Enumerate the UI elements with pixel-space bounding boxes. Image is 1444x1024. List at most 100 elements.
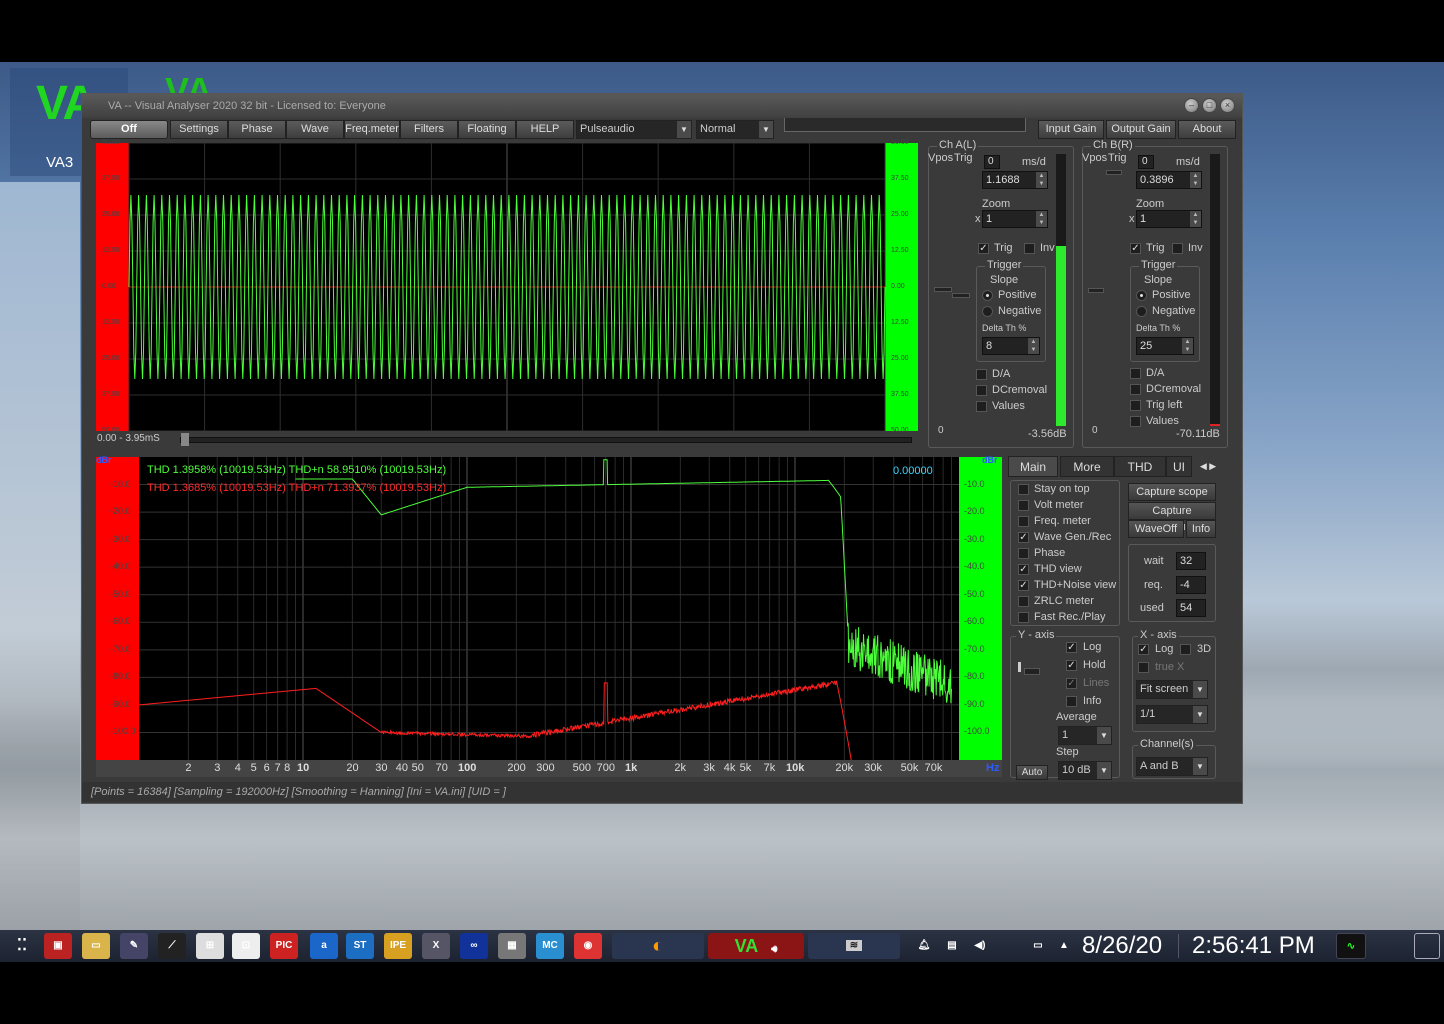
true-x-checkbox[interactable] <box>1138 662 1149 673</box>
audio-device-select[interactable]: Pulseaudio ▼ <box>576 120 692 139</box>
average-select[interactable]: 1 ▼ <box>1058 726 1112 745</box>
floating-button[interactable]: Floating <box>458 120 516 139</box>
auto-button[interactable]: Auto <box>1016 765 1048 780</box>
folder-icon[interactable]: ▭ <box>82 933 110 959</box>
y-axis-slider-handle[interactable] <box>1024 668 1040 675</box>
titlebar[interactable]: VA -- Visual Analyser 2020 32 bit - Lice… <box>82 94 1242 118</box>
chb-positive-radio[interactable] <box>1136 290 1147 301</box>
chb-vpos-slider-handle[interactable] <box>1106 170 1122 175</box>
mc-icon[interactable]: MC <box>536 933 564 959</box>
x-3d-checkbox[interactable] <box>1180 644 1191 655</box>
cha-dcremoval-checkbox[interactable] <box>976 385 987 396</box>
step-select[interactable]: 10 dB ▼ <box>1058 761 1112 780</box>
fit-screen-select[interactable]: Fit screen ▼ <box>1136 680 1208 699</box>
stlink-icon[interactable]: ST <box>346 933 374 959</box>
capture-scope-button[interactable]: Capture scope <box>1128 483 1216 501</box>
chb-zoom-input[interactable]: 1 ▲ ▼ <box>1136 210 1202 228</box>
logic-icon[interactable]: ⊡ <box>232 933 260 959</box>
wave-button[interactable]: Wave <box>286 120 344 139</box>
y-log-checkbox[interactable]: ✓ <box>1066 642 1077 653</box>
clipboard-icon[interactable]: ▤ <box>940 933 964 959</box>
tab-main[interactable]: Main <box>1008 456 1058 477</box>
ltspice-icon[interactable]: ⟋ <box>158 933 186 959</box>
tray-expand-icon[interactable]: ▲ <box>1054 933 1074 959</box>
tab-ui[interactable]: UI <box>1166 456 1192 477</box>
y-hold-checkbox[interactable]: ✓ <box>1066 660 1077 671</box>
cha-delta-input[interactable]: 8 ▲ ▼ <box>982 337 1040 355</box>
freqmeter-button[interactable]: Freq.meter <box>344 120 400 139</box>
taskbar-spectrum-task[interactable]: ≋ <box>808 933 900 959</box>
chb-da-checkbox[interactable] <box>1130 368 1141 379</box>
red-app-icon[interactable]: ▣ <box>44 933 72 959</box>
oscilloscope-view[interactable]: 50.00 37.50 25.00 12.50 0.00 12.50 25.00 37.50 5… <box>96 143 918 431</box>
phase-button[interactable]: Phase <box>228 120 286 139</box>
cha-vpos-slider-handle[interactable] <box>934 287 952 292</box>
info-button[interactable]: Info <box>1186 520 1216 538</box>
chb-trig-slider-handle[interactable] <box>1088 288 1104 293</box>
cha-trig-checkbox[interactable]: ✓ <box>978 243 989 254</box>
network-icon[interactable]: ▭ <box>1026 933 1050 959</box>
apps-menu-icon[interactable]: ⁚⁚ <box>8 933 36 959</box>
stepper-icon[interactable]: ▲ ▼ <box>1036 211 1047 227</box>
filters-button[interactable]: Filters <box>400 120 458 139</box>
settings-button[interactable]: Settings <box>170 120 228 139</box>
stepper-icon[interactable]: ▲ ▼ <box>1182 338 1193 354</box>
stepper-icon[interactable]: ▲ ▼ <box>1028 338 1039 354</box>
taskbar-date[interactable]: 8/26/20 <box>1082 932 1162 960</box>
cha-zoom-input[interactable]: 1 ▲ ▼ <box>982 210 1048 228</box>
minimize-icon[interactable]: – <box>1184 98 1199 113</box>
cha-trig-slider-handle[interactable] <box>952 293 970 298</box>
about-button[interactable]: About <box>1178 120 1236 139</box>
output-gain-button[interactable]: Output Gain <box>1106 120 1176 139</box>
arduino-icon[interactable]: ∞ <box>460 933 488 959</box>
taskbar-time[interactable]: 2:56:41 PM <box>1192 932 1315 960</box>
cha-inv-checkbox[interactable] <box>1024 243 1035 254</box>
y-axis-slider-icon[interactable] <box>1018 662 1021 672</box>
cha-ms-per-div-input[interactable]: 1.1688 ▲ ▼ <box>982 171 1048 189</box>
cha-da-checkbox[interactable] <box>976 369 987 380</box>
chb-negative-radio[interactable] <box>1136 306 1147 317</box>
main-option-checkbox[interactable] <box>1018 516 1029 527</box>
pickit-icon[interactable]: PIC <box>270 933 298 959</box>
stepper-icon[interactable]: ▲ ▼ <box>1190 172 1201 188</box>
mplab-ipe-icon[interactable]: IPE <box>384 933 412 959</box>
notifications-icon[interactable]: 🔔︎ <box>912 933 936 959</box>
show-desktop-icon[interactable] <box>1414 933 1440 959</box>
x-log-checkbox[interactable]: ✓ <box>1138 644 1149 655</box>
system-monitor-icon[interactable]: ∿ <box>1336 933 1366 959</box>
chb-trig-checkbox[interactable]: ✓ <box>1130 243 1141 254</box>
main-option-checkbox[interactable] <box>1018 548 1029 559</box>
main-option-checkbox[interactable] <box>1018 596 1029 607</box>
stepper-icon[interactable]: ▲ ▼ <box>1190 211 1201 227</box>
y-lines-checkbox[interactable]: ✓ <box>1066 678 1077 689</box>
cha-negative-radio[interactable] <box>982 306 993 317</box>
chb-dcremoval-checkbox[interactable] <box>1130 384 1141 395</box>
y-info-checkbox[interactable] <box>1066 696 1077 707</box>
off-button[interactable]: Off <box>90 120 168 139</box>
tab-more[interactable]: More <box>1060 456 1114 477</box>
volume-icon[interactable]: ◀) <box>968 933 992 959</box>
maximize-icon[interactable]: □ <box>1202 98 1217 113</box>
ratio-select[interactable]: 1/1 ▼ <box>1136 705 1208 724</box>
main-option-checkbox[interactable] <box>1018 484 1029 495</box>
chrome-icon[interactable]: ◉ <box>574 933 602 959</box>
help-button[interactable]: HELP <box>516 120 574 139</box>
main-option-checkbox[interactable]: ✓ <box>1018 580 1029 591</box>
spectrum-view[interactable]: dBr dBr THD 1.3958% (10019.53Hz) THD+n 5… <box>96 457 1002 775</box>
scope-scroll-thumb[interactable] <box>181 433 189 446</box>
mode-select[interactable]: Normal ▼ <box>696 120 774 139</box>
cha-vpos-value[interactable]: 0 <box>984 155 1000 169</box>
chb-inv-checkbox[interactable] <box>1172 243 1183 254</box>
calculator-icon[interactable]: ▦ <box>498 933 526 959</box>
chb-ms-per-div-input[interactable]: 0.3896 ▲ ▼ <box>1136 171 1202 189</box>
waveoff-button[interactable]: WaveOff <box>1128 520 1184 538</box>
stepper-icon[interactable]: ▲ ▼ <box>1036 172 1047 188</box>
taskbar-firefox-icon[interactable]: ◐ <box>612 933 704 959</box>
main-option-checkbox[interactable] <box>1018 612 1029 623</box>
chb-zero-button[interactable]: 0 <box>1092 425 1098 436</box>
channels-select[interactable]: A and B ▼ <box>1136 757 1208 776</box>
close-icon[interactable]: × <box>1220 98 1235 113</box>
level-slider-track[interactable] <box>784 118 1026 132</box>
cha-values-checkbox[interactable] <box>976 401 987 412</box>
taskbar-va-task[interactable]: VA 🔊︎ <box>708 933 804 959</box>
